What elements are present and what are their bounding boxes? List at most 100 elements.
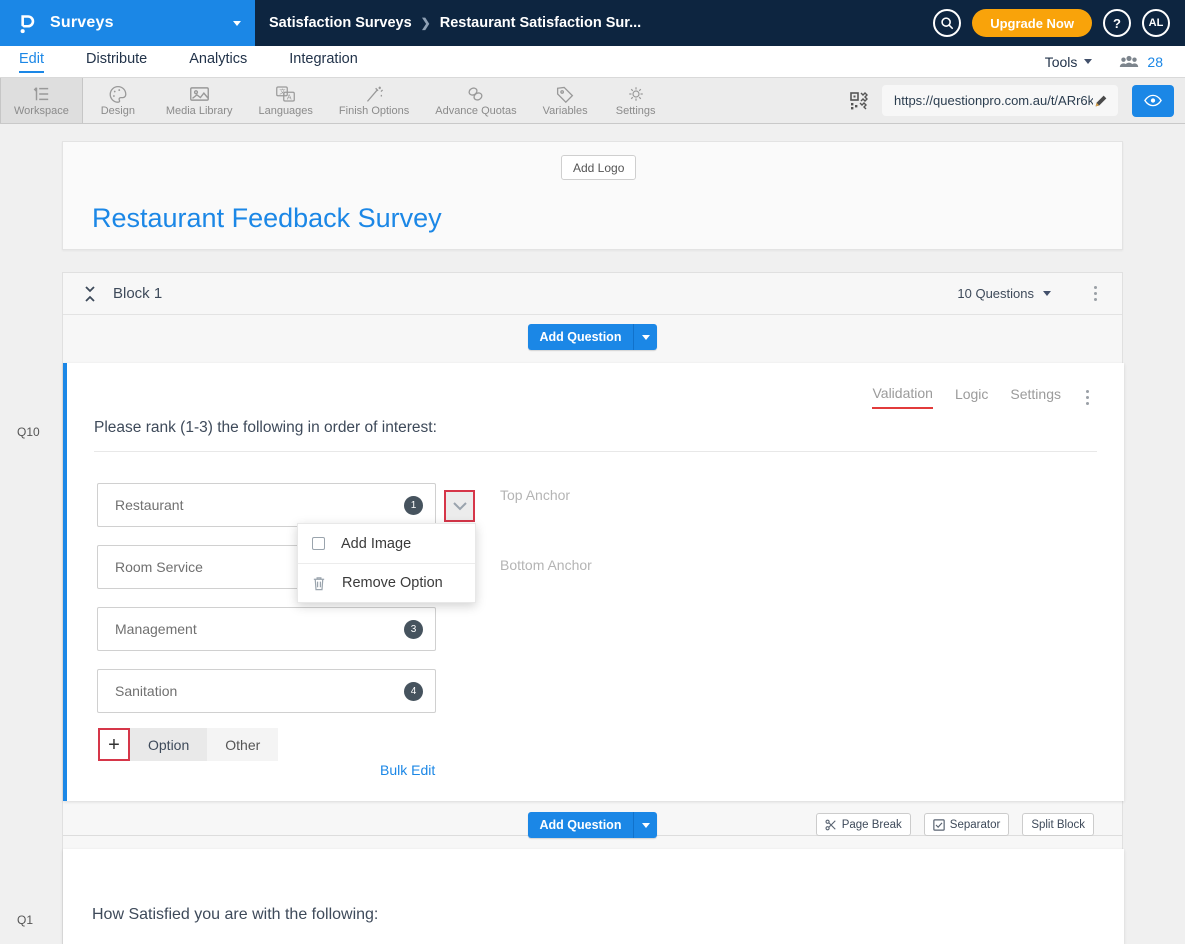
option-context-menu: Add Image Remove Option bbox=[297, 523, 476, 603]
question-text[interactable]: Please rank (1-3) the following in order… bbox=[94, 419, 437, 437]
breadcrumb-chevron-icon: ❯ bbox=[421, 16, 431, 30]
rank-badge: 3 bbox=[404, 620, 423, 639]
questionpro-logo-icon bbox=[14, 10, 40, 36]
menu-item-add-image[interactable]: Add Image bbox=[298, 524, 475, 563]
tab-settings[interactable]: Settings bbox=[1010, 386, 1061, 408]
toolbar-item-media-library[interactable]: Media Library bbox=[153, 78, 246, 123]
divider bbox=[94, 451, 1097, 452]
add-option-plus-button[interactable]: + bbox=[98, 728, 130, 761]
chain-icon bbox=[465, 85, 486, 103]
product-switcher[interactable]: Surveys bbox=[0, 0, 255, 46]
option-row-management[interactable]: Management 3 bbox=[97, 607, 436, 651]
qr-code-button[interactable] bbox=[850, 92, 868, 110]
toolbar-label: Finish Options bbox=[339, 105, 409, 117]
tab-integration[interactable]: Integration bbox=[289, 51, 358, 73]
add-logo-button[interactable]: Add Logo bbox=[561, 155, 636, 180]
chevron-down-icon bbox=[453, 502, 467, 511]
option-menu-button[interactable] bbox=[444, 490, 475, 522]
question-text-2[interactable]: How Satisfied you are with the following… bbox=[92, 906, 378, 924]
survey-editor-screen: Surveys Satisfaction Surveys ❯ Restauran… bbox=[0, 0, 1185, 944]
question-card[interactable]: Validation Logic Settings Please rank (1… bbox=[63, 363, 1124, 801]
tab-distribute[interactable]: Distribute bbox=[86, 51, 147, 73]
toolbar-item-variables[interactable]: Variables bbox=[530, 78, 601, 123]
toolbar-item-settings[interactable]: Settings bbox=[601, 78, 671, 123]
separator-button[interactable]: Separator bbox=[924, 813, 1010, 836]
tools-label: Tools bbox=[1045, 54, 1078, 70]
top-anchor-field[interactable]: Top Anchor bbox=[500, 487, 570, 503]
add-question-dropdown-button[interactable] bbox=[633, 324, 657, 350]
svg-text:文: 文 bbox=[280, 88, 286, 96]
eye-icon bbox=[1144, 94, 1162, 107]
survey-title[interactable]: Restaurant Feedback Survey bbox=[92, 203, 442, 234]
block-name[interactable]: Block 1 bbox=[113, 285, 162, 302]
tab-analytics[interactable]: Analytics bbox=[189, 51, 247, 73]
survey-title-card: Add Logo Restaurant Feedback Survey bbox=[62, 141, 1123, 250]
toolbar-item-advance-quotas[interactable]: Advance Quotas bbox=[422, 78, 529, 123]
collaborators-count: 28 bbox=[1147, 54, 1163, 70]
split-block-label: Split Block bbox=[1031, 819, 1085, 831]
block-header: Block 1 10 Questions bbox=[63, 273, 1122, 315]
top-header-bar: Surveys Satisfaction Surveys ❯ Restauran… bbox=[0, 0, 1185, 46]
gear-icon bbox=[626, 85, 646, 103]
add-other-button[interactable]: Other bbox=[207, 728, 278, 761]
page-break-button[interactable]: Page Break bbox=[816, 813, 911, 836]
translate-icon: 文A bbox=[275, 85, 296, 103]
tab-validation[interactable]: Validation bbox=[872, 385, 932, 409]
question-number-q10: Q10 bbox=[17, 425, 42, 439]
edit-pencil-icon[interactable] bbox=[1093, 93, 1109, 109]
menu-item-label: Add Image bbox=[341, 536, 411, 552]
help-button[interactable]: ? bbox=[1103, 9, 1131, 37]
palette-icon bbox=[108, 85, 128, 103]
option-row-sanitation[interactable]: Sanitation 4 bbox=[97, 669, 436, 713]
toolbar-item-workspace[interactable]: Workspace bbox=[0, 78, 83, 123]
svg-text:A: A bbox=[287, 94, 292, 101]
survey-nav-bar: Edit Distribute Analytics Integration To… bbox=[0, 46, 1185, 78]
trash-icon bbox=[312, 576, 326, 591]
preview-button[interactable] bbox=[1132, 85, 1174, 117]
upgrade-now-button[interactable]: Upgrade Now bbox=[972, 9, 1092, 37]
breadcrumb-current[interactable]: Restaurant Satisfaction Sur... bbox=[440, 15, 641, 31]
toolbar-item-design[interactable]: Design bbox=[83, 78, 153, 123]
separator-label: Separator bbox=[950, 819, 1001, 831]
split-block-button[interactable]: Split Block bbox=[1022, 813, 1094, 836]
tab-logic[interactable]: Logic bbox=[955, 386, 988, 408]
survey-url: https://questionpro.com.au/t/ARr6k bbox=[894, 93, 1093, 108]
bulk-edit-link[interactable]: Bulk Edit bbox=[380, 762, 435, 778]
bottom-anchor-field[interactable]: Bottom Anchor bbox=[500, 557, 592, 573]
block-menu-kebab[interactable] bbox=[1091, 283, 1100, 304]
add-question-button-2[interactable]: Add Question bbox=[528, 812, 634, 838]
option-label[interactable]: Management bbox=[115, 621, 404, 637]
tag-icon bbox=[555, 85, 575, 103]
scissors-icon bbox=[825, 819, 837, 831]
toolbar-label: Advance Quotas bbox=[435, 105, 516, 117]
option-row-restaurant[interactable]: Restaurant 1 bbox=[97, 483, 436, 527]
page-break-label: Page Break bbox=[842, 819, 902, 831]
breadcrumb-parent[interactable]: Satisfaction Surveys bbox=[269, 15, 412, 31]
question-number-q1: Q1 bbox=[17, 913, 42, 927]
search-button[interactable] bbox=[933, 9, 961, 37]
collaborators[interactable]: 28 bbox=[1118, 54, 1163, 70]
toolbar-label: Media Library bbox=[166, 105, 233, 117]
avatar[interactable]: AL bbox=[1142, 9, 1170, 37]
tools-dropdown[interactable]: Tools bbox=[1045, 54, 1093, 70]
toolbar-item-languages[interactable]: 文A Languages bbox=[245, 78, 325, 123]
checkbox-icon[interactable] bbox=[312, 537, 325, 550]
menu-item-remove-option[interactable]: Remove Option bbox=[298, 563, 475, 602]
rank-badge: 4 bbox=[404, 682, 423, 701]
option-label[interactable]: Sanitation bbox=[115, 683, 404, 699]
question-menu-kebab[interactable] bbox=[1083, 387, 1092, 408]
toolbar-item-finish-options[interactable]: Finish Options bbox=[326, 78, 422, 123]
chevron-down-icon bbox=[1084, 59, 1092, 64]
add-option-button[interactable]: Option bbox=[130, 728, 207, 761]
question-count-dropdown[interactable]: 10 Questions bbox=[957, 286, 1051, 301]
rank-badge: 1 bbox=[404, 496, 423, 515]
chevron-down-icon bbox=[642, 335, 650, 340]
question-card-2[interactable]: How Satisfied you are with the following… bbox=[63, 849, 1124, 944]
survey-url-field[interactable]: https://questionpro.com.au/t/ARr6k bbox=[882, 85, 1118, 116]
add-question-dropdown-button-2[interactable] bbox=[633, 812, 657, 838]
option-label[interactable]: Restaurant bbox=[115, 497, 404, 513]
collapse-block-button[interactable] bbox=[83, 286, 97, 302]
add-question-button[interactable]: Add Question bbox=[528, 324, 634, 350]
workspace-icon bbox=[30, 85, 52, 103]
tab-edit[interactable]: Edit bbox=[19, 51, 44, 73]
